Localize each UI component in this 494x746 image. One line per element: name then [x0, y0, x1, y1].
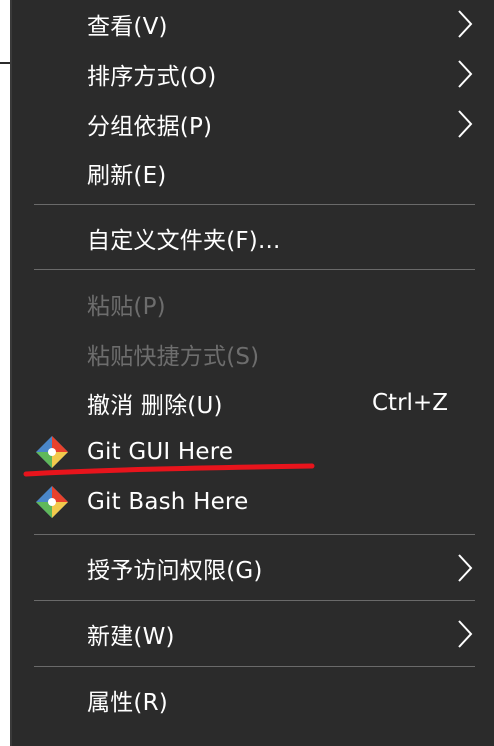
menu-item-label: 授予访问权限(G) [87, 558, 263, 584]
menu-separator [34, 204, 475, 205]
menu-item-label: Git GUI Here [87, 439, 234, 465]
menu-item-sort-by[interactable]: 排序方式(O) [12, 50, 494, 98]
menu-item-group-by[interactable]: 分组依据(P) [12, 100, 494, 148]
menu-item-view[interactable]: 查看(V) [12, 0, 494, 48]
git-logo-icon [36, 436, 68, 468]
menu-item-label: 粘贴快捷方式(S) [87, 344, 260, 370]
menu-item-label: 自定义文件夹(F)... [87, 228, 281, 254]
menu-item-properties[interactable]: 属性(R) [12, 676, 494, 724]
chevron-right-icon [458, 620, 473, 648]
menu-item-label: 粘贴(P) [87, 294, 166, 320]
menu-separator [34, 600, 475, 601]
menu-item-give-access[interactable]: 授予访问权限(G) [12, 544, 494, 592]
menu-item-refresh[interactable]: 刷新(E) [12, 149, 494, 197]
context-menu: 查看(V) 排序方式(O) 分组依据(P) 刷新(E) 自定义文件夹(F)...… [10, 0, 494, 746]
menu-item-git-bash-here[interactable]: Git Bash Here [12, 478, 494, 526]
chevron-right-icon [458, 554, 473, 582]
menu-item-label: 属性(R) [87, 690, 168, 716]
menu-separator [34, 666, 475, 667]
menu-item-customize-folder[interactable]: 自定义文件夹(F)... [12, 214, 494, 262]
chevron-right-icon [458, 60, 473, 88]
menu-item-label: 查看(V) [87, 14, 168, 40]
menu-item-label: 刷新(E) [87, 163, 167, 189]
menu-item-git-gui-here[interactable]: Git GUI Here [12, 428, 494, 476]
menu-item-label: Git Bash Here [87, 489, 249, 515]
menu-item-undo-delete[interactable]: 撤消 删除(U) Ctrl+Z [12, 379, 494, 427]
menu-item-label: 撤消 删除(U) [87, 393, 223, 419]
menu-item-label: 新建(W) [87, 624, 175, 650]
menu-item-new[interactable]: 新建(W) [12, 610, 494, 658]
menu-item-paste: 粘贴(P) [12, 280, 494, 328]
git-logo-icon [36, 486, 68, 518]
menu-item-shortcut: Ctrl+Z [372, 390, 448, 416]
menu-item-label: 分组依据(P) [87, 114, 213, 140]
menu-item-label: 排序方式(O) [87, 64, 217, 90]
chevron-right-icon [458, 110, 473, 138]
menu-item-paste-shortcut: 粘贴快捷方式(S) [12, 330, 494, 378]
menu-separator [34, 269, 475, 270]
chevron-right-icon [458, 10, 473, 38]
menu-separator [34, 534, 475, 535]
